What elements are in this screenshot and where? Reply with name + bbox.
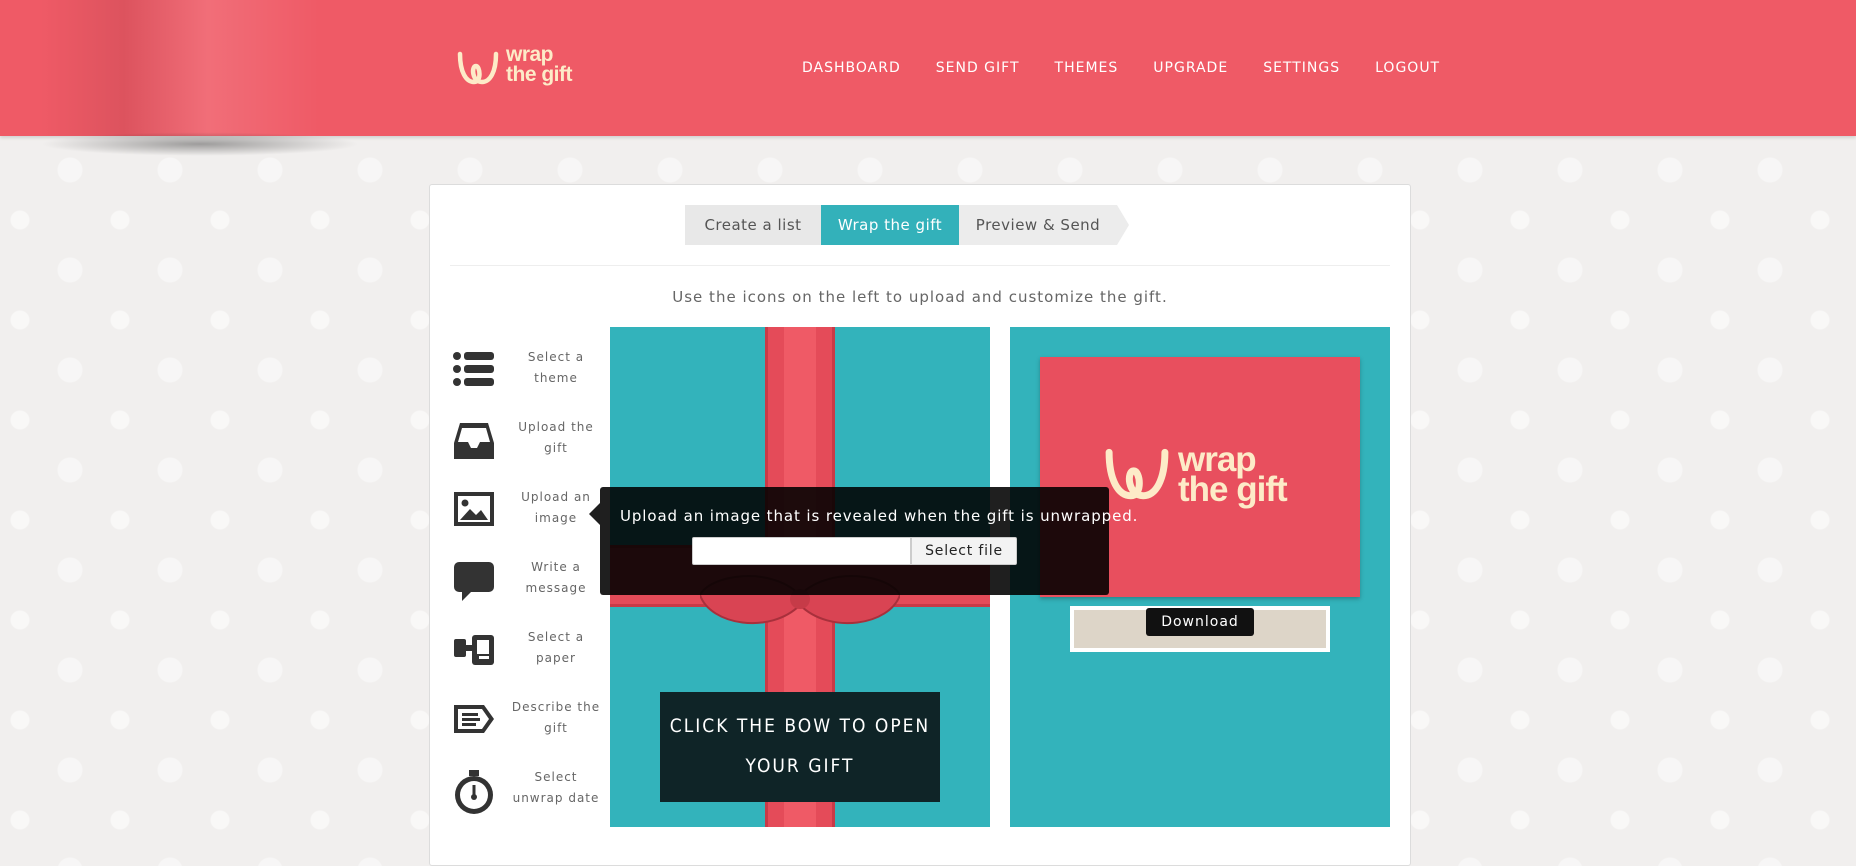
tool-select-theme[interactable]: Select a theme — [450, 339, 600, 399]
tool-select-paper[interactable]: Select a paper — [450, 619, 600, 679]
tool-label: Select unwrap date — [512, 770, 600, 805]
stopwatch-icon — [455, 770, 493, 814]
step-create-list[interactable]: Create a list — [685, 205, 821, 245]
tool-label: Select a theme — [527, 350, 585, 385]
file-path-input[interactable] — [692, 537, 911, 565]
tool-label: Select a paper — [527, 630, 585, 665]
paint-roller-icon — [454, 635, 494, 665]
upload-image-popover: Upload an image that is revealed when th… — [589, 487, 1137, 595]
instructions-text: Use the icons on the left to upload and … — [672, 288, 1168, 306]
image-icon — [454, 492, 494, 526]
top-header: wrap the gift DASHBOARD SEND GIFT THEMES… — [0, 0, 1856, 136]
download-button[interactable]: Download — [1146, 608, 1254, 636]
tool-upload-image[interactable]: Upload an image — [450, 479, 600, 539]
inbox-tray-icon — [454, 423, 494, 459]
tool-label: Write a message — [525, 560, 587, 595]
popover-text: Upload an image that is revealed when th… — [620, 507, 1139, 525]
nav-send-gift[interactable]: SEND GIFT — [936, 60, 1020, 76]
tool-write-message[interactable]: Write a message — [450, 549, 600, 609]
step-wrap-gift[interactable]: Wrap the gift — [821, 205, 959, 245]
speech-bubble-icon — [454, 562, 494, 601]
header-shadow — [40, 132, 360, 156]
logo-mark-icon — [1105, 448, 1169, 500]
tool-select-unwrap-date[interactable]: Select unwrap date — [450, 759, 600, 819]
tool-upload-gift[interactable]: Upload the gift — [450, 409, 600, 469]
nav-settings[interactable]: SETTINGS — [1263, 60, 1340, 76]
popover-arrow — [589, 503, 600, 525]
tool-describe-gift[interactable]: Describe the gift — [450, 689, 600, 749]
logo-mark-icon — [457, 51, 499, 85]
main-nav: DASHBOARD SEND GIFT THEMES UPGRADE SETTI… — [802, 60, 1475, 76]
header-ribbon-fold — [40, 0, 320, 136]
step-preview-send[interactable]: Preview & Send — [959, 205, 1117, 245]
divider — [450, 265, 1390, 266]
nav-themes[interactable]: THEMES — [1055, 60, 1119, 76]
tool-label: Describe the gift — [511, 700, 601, 735]
select-file-button[interactable]: Select file — [911, 537, 1017, 565]
click-bow-hint: CLICK THE BOW TO OPEN YOUR GIFT — [660, 692, 940, 802]
brand-logo[interactable]: wrap the gift — [456, 44, 596, 92]
nav-logout[interactable]: LOGOUT — [1375, 60, 1440, 76]
nav-upgrade[interactable]: UPGRADE — [1153, 60, 1228, 76]
step-arrow — [1117, 205, 1129, 245]
list-icon — [453, 352, 494, 386]
nav-dashboard[interactable]: DASHBOARD — [802, 60, 901, 76]
tool-label: Upload the gift — [518, 420, 594, 455]
preview-logo-line2: the gift — [1178, 470, 1288, 509]
preview-logo: wrap the gift — [1102, 442, 1322, 513]
tag-icon — [454, 705, 494, 733]
logo-text-line2: the gift — [506, 63, 572, 86]
